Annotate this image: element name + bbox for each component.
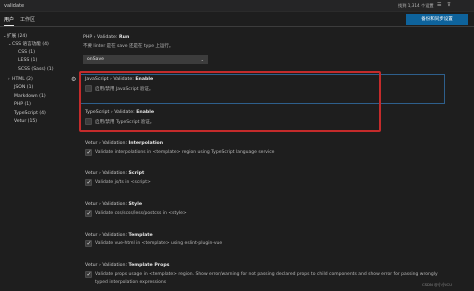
toc-item-typescript[interactable]: TypeScript (4) [14,111,46,116]
setting-js-validate-enable-desc: 启用/禁用 JavaScript 验证。 [95,87,154,92]
settings-search-input[interactable] [4,2,384,10]
search-result-count: 找到 1,314 个设置 [398,3,434,8]
ts-validate-enable-checkbox[interactable] [85,118,92,125]
setting-vetur-template-desc: Validate vue-html in <template> using es… [95,241,223,246]
setting-vetur-script-title: Vetur › Validation: Script [85,171,145,176]
clear-filter-icon[interactable]: ☰ [437,2,443,8]
vetur-interpolation-checkbox[interactable] [85,149,92,156]
gear-icon[interactable]: ⚙ [71,76,76,83]
toc-item-json[interactable]: JSON (1) [14,85,33,90]
setting-vetur-style-title: Vetur › Validation: Style [85,202,143,207]
tab-user[interactable]: 用户 [4,16,15,26]
setting-js-validate-enable-title: JavaScript › Validate: Enable [85,77,154,82]
toc-item-css-features[interactable]: ⌄CSS 语言功能 (4) [8,41,49,47]
setting-php-validate-run-desc: 不要 linter 是在 save 还是在 type 上运行。 [83,44,174,49]
toc-item-html[interactable]: › HTML (2) [8,76,33,82]
watermark: CSDN @小小ICU [422,282,452,287]
setting-vetur-template-props-desc-cont: typed interpolation expressions [95,280,167,285]
settings-search-bar: 找到 1,314 个设置 ☰ ⊽ [0,0,474,12]
setting-vetur-template-props-title: Vetur › Validation: Template Props [85,263,170,268]
setting-vetur-style-desc: Validate css/scss/less/postcss in <style… [95,211,187,216]
backup-sync-button[interactable]: 备份和同步设置 [406,14,468,25]
toc-item-vetur[interactable]: Vetur (15) [14,119,37,124]
toc-item-extensions[interactable]: ⌄扩展 (24) [3,33,27,39]
php-validate-run-select[interactable]: onSave ⌄ [83,55,208,64]
setting-ts-validate-enable-title: TypeScript › Validate: Enable [85,110,155,115]
setting-vetur-template-title: Vetur › Validation: Template [85,233,153,238]
filter-icon[interactable]: ⊽ [447,2,453,8]
vetur-template-checkbox[interactable] [85,240,92,247]
toc-item-less[interactable]: LESS (1) [18,58,37,63]
vetur-style-checkbox[interactable] [85,210,92,217]
setting-ts-validate-enable-desc: 启用/禁用 TypeScript 验证。 [95,120,155,125]
setting-vetur-interpolation-title: Vetur › Validation: Interpolation [85,141,164,146]
toc-item-css[interactable]: CSS (1) [18,50,35,55]
toc-item-markdown[interactable]: Markdown (1) [14,94,46,99]
setting-vetur-interpolation-desc: Validate interpolations in <template> re… [95,150,275,155]
toc-item-scss[interactable]: SCSS (Sass) (1) [18,67,54,72]
setting-vetur-script-desc: Validate js/ts in <script> [95,180,151,185]
chevron-down-icon: ⌄ [200,57,204,62]
vetur-template-props-checkbox[interactable] [85,271,92,278]
settings-toc: ⌄扩展 (24) ⌄CSS 语言功能 (4) CSS (1) LESS (1) … [0,30,74,291]
toc-item-php[interactable]: PHP (1) [14,102,31,107]
setting-vetur-template-props-desc: Validate props usage in <template> regio… [95,272,438,277]
vetur-script-checkbox[interactable] [85,179,92,186]
js-validate-enable-checkbox[interactable] [85,85,92,92]
tab-workspace[interactable]: 工作区 [20,16,35,23]
search-actions: ☰ ⊽ [437,2,453,8]
settings-scope-tabs: 用户 工作区 备份和同步设置 [0,13,474,27]
setting-php-validate-run-title: PHP › Validate: Run [83,35,130,40]
